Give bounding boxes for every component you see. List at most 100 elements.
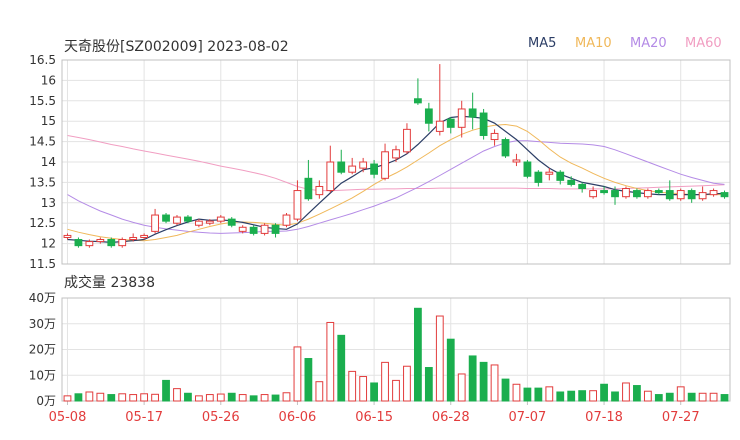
volume-bar xyxy=(63,395,72,402)
volume-bar xyxy=(359,376,368,402)
candle-body xyxy=(304,177,313,200)
candle-body xyxy=(709,190,718,196)
price-tick-label: 13 xyxy=(41,196,56,210)
candle-body xyxy=(424,108,433,124)
candle-body xyxy=(468,108,477,118)
volume-bar xyxy=(589,390,598,402)
date-tick-label: 07-18 xyxy=(585,410,623,425)
stock-chart: 11.5 12 12.5 13 13.5 14 14.5 15 15.5 16 16.5 0万 10万 2… xyxy=(29,53,731,425)
price-tick-label: 13.5 xyxy=(29,175,56,189)
candle-body xyxy=(337,161,346,173)
candle-body xyxy=(720,192,729,198)
price-tick-label: 14.5 xyxy=(29,135,56,149)
date-tick-label: 06-06 xyxy=(279,410,317,425)
price-tick-label: 11.5 xyxy=(29,257,56,271)
volume-bar xyxy=(205,394,214,402)
volume-bar xyxy=(271,394,280,402)
candle-body xyxy=(85,241,94,247)
price-tick-label: 16.5 xyxy=(29,53,56,67)
volume-bar xyxy=(326,321,335,402)
candle-body xyxy=(654,190,663,194)
volume-bar xyxy=(414,307,422,402)
volume-bar xyxy=(74,393,83,402)
candle-body xyxy=(611,190,619,198)
volume-bar xyxy=(633,385,641,402)
volume-bar xyxy=(490,364,499,402)
candle-body xyxy=(545,171,554,175)
volume-bar xyxy=(424,367,433,402)
candle-body xyxy=(512,159,521,163)
volume-tick-label: 30万 xyxy=(29,317,56,331)
date-tick-label: 05-08 xyxy=(49,410,87,425)
volume-bar xyxy=(184,392,192,402)
candle-body xyxy=(151,214,159,232)
candle-body xyxy=(381,151,389,179)
volume-bar xyxy=(392,379,400,402)
candle-body xyxy=(578,183,587,190)
candle-body xyxy=(414,98,422,104)
candle-body xyxy=(501,139,510,157)
candle-body xyxy=(260,224,269,234)
candle-body xyxy=(359,161,368,169)
volume-bar xyxy=(479,361,488,402)
volume-bar xyxy=(348,370,357,402)
date-tick-label: 05-17 xyxy=(125,410,163,425)
volume-tick-label: 0万 xyxy=(36,394,56,408)
volume-bar xyxy=(403,365,411,402)
candle-body xyxy=(446,118,455,128)
price-tick-label: 16 xyxy=(41,73,56,87)
volume-bar xyxy=(643,390,652,402)
volume-bar xyxy=(435,315,444,402)
candle-body xyxy=(370,163,378,175)
volume-bar xyxy=(337,334,346,402)
candle-body xyxy=(315,185,324,196)
volume-bar xyxy=(709,392,718,402)
volume-bar xyxy=(151,393,159,402)
candle-body xyxy=(293,190,302,220)
volume-bar xyxy=(293,346,302,402)
volume-bar xyxy=(118,393,127,402)
candle-body xyxy=(687,190,696,200)
candle-body xyxy=(326,161,335,192)
candle-body xyxy=(622,188,630,198)
volume-bar xyxy=(173,388,181,402)
candle-body xyxy=(74,239,83,247)
volume-bar xyxy=(676,386,685,402)
volume-bar xyxy=(556,391,565,402)
volume-tick-label: 40万 xyxy=(29,291,56,305)
candle-body xyxy=(534,171,543,183)
date-tick-label: 07-07 xyxy=(509,410,547,425)
candle-body xyxy=(118,239,127,247)
price-tick-label: 15 xyxy=(41,114,56,128)
candle-body xyxy=(435,120,444,132)
date-tick-label: 06-28 xyxy=(432,410,470,425)
candle-body xyxy=(457,108,466,128)
volume-bar xyxy=(698,392,707,402)
volume-bar xyxy=(622,382,630,402)
volume-bar xyxy=(611,391,619,402)
volume-bar xyxy=(501,378,510,402)
candle-body xyxy=(162,214,170,222)
volume-bar xyxy=(249,395,258,402)
candle-body xyxy=(392,149,400,159)
candle-body xyxy=(63,234,72,238)
volume-bar xyxy=(600,383,608,402)
candle-body xyxy=(698,192,707,200)
volume-bar xyxy=(534,387,543,402)
candle-body xyxy=(227,218,236,226)
volume-bar xyxy=(545,386,554,402)
candle-body xyxy=(129,236,138,241)
volume-bar xyxy=(315,381,324,402)
volume-bar xyxy=(194,395,203,402)
price-tick-label: 14 xyxy=(41,155,56,169)
candle-body xyxy=(643,190,652,198)
volume-bar xyxy=(720,394,729,402)
date-tick-label: 05-26 xyxy=(202,410,240,425)
volume-tick-label: 10万 xyxy=(29,368,56,382)
volume-bar xyxy=(370,382,378,402)
candle-body xyxy=(633,190,641,198)
candle-body xyxy=(140,234,149,238)
candle-body xyxy=(282,214,291,226)
candle-body xyxy=(556,171,565,181)
volume-bar xyxy=(512,383,521,402)
